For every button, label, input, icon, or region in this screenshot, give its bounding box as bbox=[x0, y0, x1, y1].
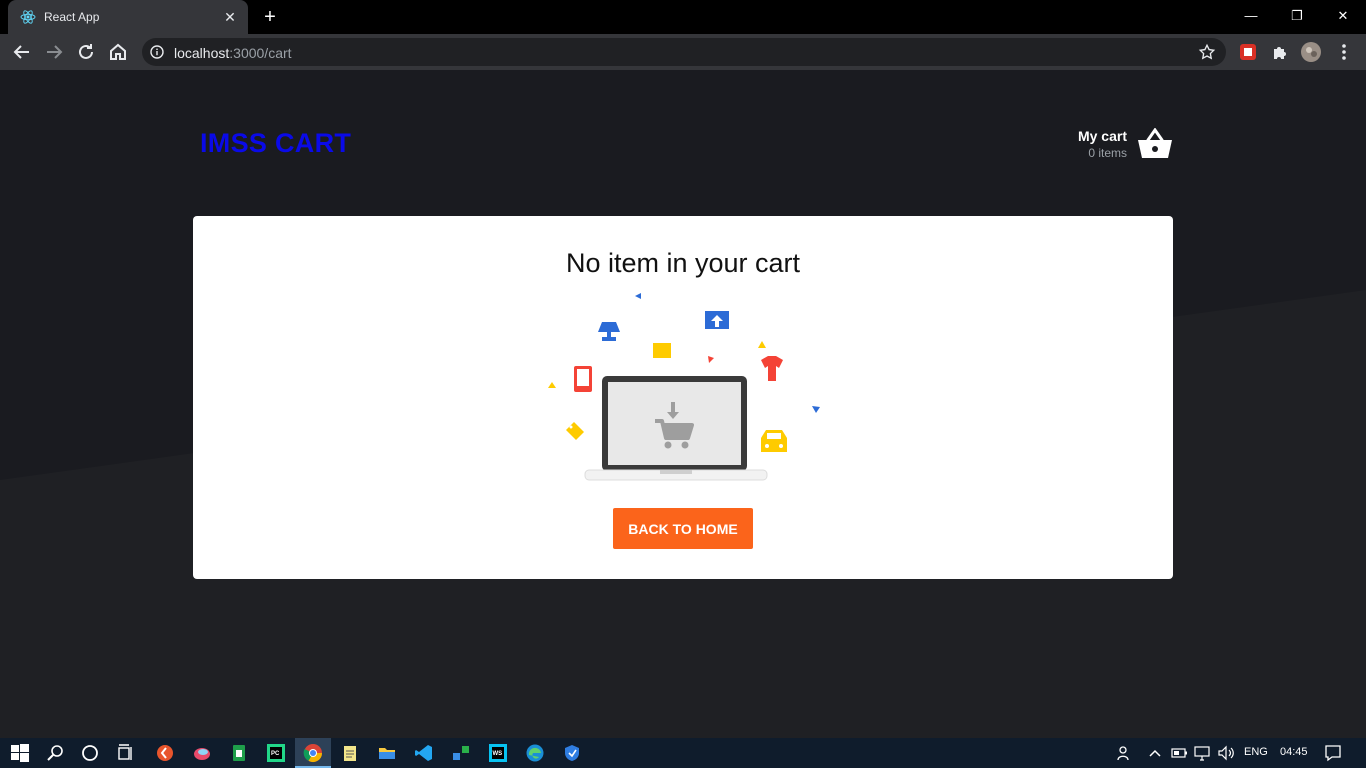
url-text[interactable]: localhost:3000/cart bbox=[174, 45, 292, 61]
browser-tab[interactable]: React App ✕ bbox=[8, 0, 248, 34]
pycharm-icon[interactable]: PC bbox=[266, 743, 286, 763]
close-window-button[interactable]: ✕ bbox=[1320, 0, 1366, 34]
clock[interactable]: 04:45 bbox=[1280, 746, 1308, 758]
notifications-icon[interactable] bbox=[1323, 743, 1343, 763]
profile-avatar-icon[interactable] bbox=[1301, 42, 1321, 62]
browser-toolbar: localhost:3000/cart bbox=[0, 34, 1366, 70]
reload-icon[interactable] bbox=[74, 40, 98, 64]
restore-button[interactable]: ❐ bbox=[1274, 0, 1320, 34]
puzzle-icon[interactable] bbox=[1270, 42, 1290, 62]
basket-icon[interactable] bbox=[1137, 128, 1173, 160]
network-icon[interactable] bbox=[1192, 743, 1212, 763]
react-icon bbox=[20, 10, 36, 24]
tab-title: React App bbox=[44, 10, 100, 24]
url-path: :3000/cart bbox=[229, 45, 292, 61]
svg-text:WS: WS bbox=[493, 751, 503, 757]
cart-count: 0 items bbox=[1088, 146, 1127, 160]
browser-tabbar: React App ✕ + — ❐ ✕ bbox=[0, 0, 1366, 34]
task-view-icon[interactable] bbox=[116, 743, 136, 763]
file-explorer-icon[interactable] bbox=[377, 743, 397, 763]
page-content: IMSS CART My cart 0 items No item in you… bbox=[0, 70, 1366, 738]
app-icon-colorful[interactable] bbox=[192, 743, 212, 763]
menu-kebab-icon[interactable] bbox=[1334, 42, 1354, 62]
empty-cart-message: No item in your cart bbox=[565, 248, 801, 278]
new-tab-button[interactable]: + bbox=[258, 6, 282, 30]
cart-summary[interactable]: My cart 0 items bbox=[1078, 128, 1127, 160]
info-icon[interactable] bbox=[150, 45, 164, 59]
back-arrow-icon[interactable] bbox=[10, 40, 34, 64]
network-app-icon[interactable] bbox=[451, 743, 471, 763]
language-indicator[interactable]: ENG bbox=[1244, 746, 1268, 758]
empty-cart-illustration bbox=[548, 293, 820, 481]
vscode-icon[interactable] bbox=[414, 743, 434, 763]
volume-icon[interactable] bbox=[1216, 743, 1236, 763]
sheets-icon[interactable] bbox=[229, 743, 249, 763]
search-icon[interactable] bbox=[45, 743, 65, 763]
notepad-icon[interactable] bbox=[340, 743, 360, 763]
extension-icon[interactable] bbox=[1238, 42, 1258, 62]
chevron-up-icon[interactable] bbox=[1145, 743, 1165, 763]
webstorm-icon[interactable]: WS bbox=[488, 743, 508, 763]
edge-icon[interactable] bbox=[525, 743, 545, 763]
windows-taskbar: PC WS ENG 04:45 bbox=[0, 738, 1366, 768]
battery-icon[interactable] bbox=[1169, 743, 1189, 763]
bookmark-star-icon[interactable] bbox=[1198, 43, 1216, 61]
home-icon[interactable] bbox=[106, 40, 130, 64]
cart-title: My cart bbox=[1077, 128, 1127, 144]
people-icon[interactable] bbox=[1115, 743, 1135, 763]
url-host: localhost bbox=[174, 45, 230, 61]
chrome-icon[interactable] bbox=[303, 743, 323, 763]
brand-logo[interactable]: IMSS CART bbox=[200, 128, 351, 159]
app-icon-orange[interactable] bbox=[155, 743, 175, 763]
security-shield-icon[interactable] bbox=[562, 743, 582, 763]
back-to-home-button[interactable]: BACK TO HOME bbox=[613, 508, 753, 549]
windows-start-icon[interactable] bbox=[10, 743, 30, 763]
minimize-button[interactable]: — bbox=[1228, 0, 1274, 34]
cortana-icon[interactable] bbox=[80, 743, 100, 763]
svg-text:PC: PC bbox=[271, 751, 280, 757]
empty-cart-card: No item in your cart BACK TO HOME bbox=[193, 216, 1173, 579]
forward-arrow-icon[interactable] bbox=[42, 40, 66, 64]
tab-close-icon[interactable]: ✕ bbox=[220, 7, 240, 27]
address-bar[interactable]: localhost:3000/cart bbox=[142, 38, 1226, 66]
